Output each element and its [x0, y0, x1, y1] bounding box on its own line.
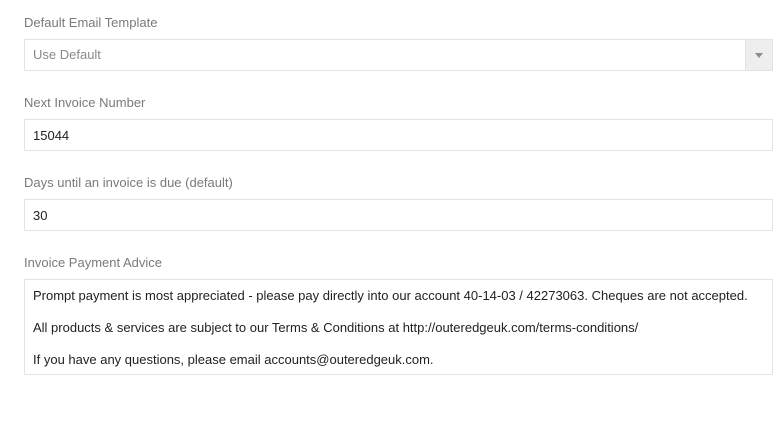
payment-advice-textarea[interactable]: Prompt payment is most appreciated - ple… — [24, 279, 773, 375]
payment-advice-label: Invoice Payment Advice — [24, 255, 163, 270]
email-template-select[interactable]: Use Default — [24, 39, 773, 71]
invoice-number-value: 15044 — [33, 128, 70, 143]
invoice-number-label: Next Invoice Number — [24, 95, 146, 110]
invoice-settings-form: Default Email Template Use Default Next … — [0, 0, 782, 441]
payment-advice-line: If you have any questions, please email … — [33, 352, 434, 367]
chevron-down-icon — [755, 53, 763, 58]
payment-advice-line: Prompt payment is most appreciated - ple… — [33, 288, 748, 303]
invoice-number-input[interactable]: 15044 — [24, 119, 773, 151]
payment-advice-line: All products & services are subject to o… — [33, 320, 639, 335]
dropdown-toggle[interactable] — [745, 40, 772, 70]
email-template-label: Default Email Template — [24, 15, 158, 30]
due-days-value: 30 — [33, 208, 48, 223]
due-days-label: Days until an invoice is due (default) — [24, 175, 233, 190]
email-template-selected-value: Use Default — [33, 47, 101, 62]
due-days-input[interactable]: 30 — [24, 199, 773, 231]
